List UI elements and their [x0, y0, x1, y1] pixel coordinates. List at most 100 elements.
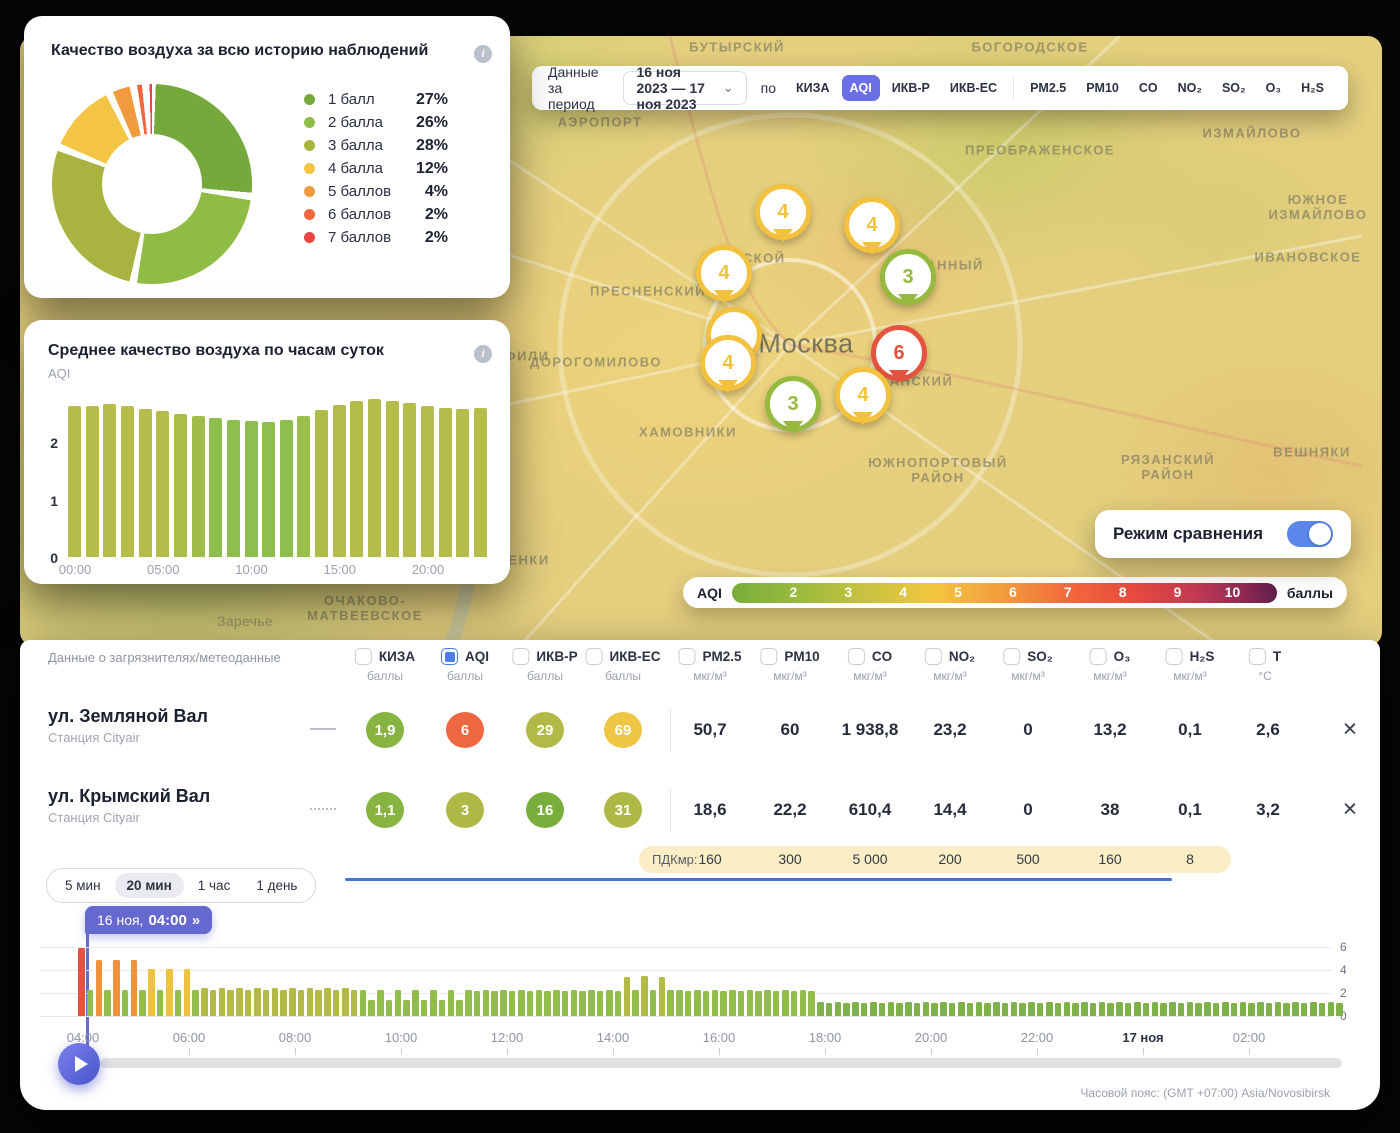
pollutant-option-икв-ес[interactable]: ИКВ-ЕС	[942, 75, 1005, 101]
pollutant-option-икв-р[interactable]: ИКВ-Р	[884, 75, 938, 101]
remove-station-button[interactable]: ✕	[1342, 719, 1358, 742]
checkbox-pm10[interactable]	[760, 648, 777, 665]
interval-option[interactable]: 1 час	[186, 873, 243, 898]
pollutant-option-h₂s[interactable]: H₂S	[1293, 75, 1332, 101]
map-marker[interactable]: 3	[880, 249, 936, 305]
timeline-bar	[1152, 1002, 1159, 1016]
pollutant-option-киза[interactable]: КИЗА	[788, 75, 837, 101]
timeline-bar	[993, 1002, 1000, 1016]
timeline-bar	[879, 1003, 886, 1016]
timeline-xtick-mark	[1143, 1048, 1144, 1055]
checkbox-h₂s[interactable]	[1166, 648, 1183, 665]
timeline-bar	[421, 1000, 428, 1016]
column-unit: мкг/м³	[1166, 669, 1215, 683]
checkbox-so₂[interactable]	[1003, 648, 1020, 665]
checkbox-икв-ес[interactable]	[586, 648, 603, 665]
timeline-bar	[1011, 1002, 1018, 1016]
map-marker[interactable]: 4	[844, 197, 900, 253]
score-badge: 29	[526, 712, 564, 748]
timeline-bar	[192, 990, 199, 1016]
checkbox-co[interactable]	[848, 648, 865, 665]
district-label: ПРЕОБРАЖЕНСКОЕ	[965, 143, 1115, 158]
timeline-bar	[1072, 1003, 1079, 1016]
timeline-bar	[755, 991, 762, 1016]
forward-icon: »	[192, 912, 200, 929]
column-label: PM10	[784, 649, 819, 664]
district-label: БОГОРОДСКОЕ	[971, 40, 1088, 55]
aqi-scale-legend: AQI 2345678910 баллы	[683, 577, 1347, 608]
remove-station-button[interactable]: ✕	[1342, 799, 1358, 822]
legend-item: 6 баллов2%	[304, 203, 448, 226]
legend-label: 6 баллов	[328, 206, 406, 223]
district-label: АЭРОПОРТ	[558, 115, 643, 130]
interval-option[interactable]: 1 день	[244, 873, 309, 898]
map-marker[interactable]: 4	[755, 184, 811, 240]
timeline-ytick-label: 4	[1340, 963, 1366, 977]
table-scroll-indicator[interactable]	[345, 878, 1172, 881]
timeline-bar	[139, 990, 146, 1016]
pollutant-option-so₂[interactable]: SO₂	[1214, 75, 1254, 101]
timeline-scrollbar[interactable]	[100, 1058, 1342, 1068]
timeline-bar	[1064, 1002, 1071, 1016]
interval-option[interactable]: 20 мин	[115, 873, 184, 898]
legend-item: 7 баллов2%	[304, 226, 448, 249]
play-button[interactable]	[58, 1043, 100, 1085]
score-badge: 69	[604, 712, 642, 748]
legend-dot	[304, 163, 315, 174]
city-name-label: Москва	[758, 329, 853, 360]
timeline-bar	[272, 988, 279, 1016]
timeline-xtick-label: 18:00	[809, 1030, 842, 1045]
checkbox-pm2.5[interactable]	[678, 648, 695, 665]
checkbox-o₃[interactable]	[1090, 648, 1107, 665]
pollutant-option-aqi[interactable]: AQI	[842, 75, 880, 101]
chevron-down-icon: ⌄	[723, 80, 734, 96]
timeline-bar	[729, 990, 736, 1016]
pollutant-option-pm2.5[interactable]: PM2.5	[1022, 75, 1074, 101]
legend-item: 5 баллов4%	[304, 180, 448, 203]
timeline-bar	[923, 1002, 930, 1016]
checkbox-киза[interactable]	[355, 648, 372, 665]
line-style-sample	[310, 808, 336, 810]
district-label: ВЕШНЯКИ	[1273, 445, 1351, 460]
timeline-bar	[615, 991, 622, 1016]
interval-option[interactable]: 5 мин	[53, 873, 113, 898]
pollutant-option-no₂[interactable]: NO₂	[1170, 75, 1210, 101]
compare-mode-toggle[interactable]	[1287, 521, 1333, 547]
checkbox-икв-р[interactable]	[512, 648, 529, 665]
timeline-bar	[588, 990, 595, 1016]
hourly-bar	[280, 420, 293, 557]
pollutant-value: 60	[781, 720, 800, 740]
pollutant-value: 38	[1101, 800, 1120, 820]
map-marker[interactable]: 4	[700, 335, 756, 391]
timeline-bar	[78, 948, 85, 1016]
pollutant-value: 2,6	[1256, 720, 1280, 740]
info-icon[interactable]: i	[474, 45, 492, 63]
time-cursor-tooltip[interactable]: 16 ноя, 04:00 »	[85, 906, 212, 934]
date-range-select[interactable]: 16 ноя 2023 — 17 ноя 2023 ⌄	[623, 71, 746, 105]
timeline-bar	[852, 1002, 859, 1016]
pollutant-option-pm10[interactable]: PM10	[1078, 75, 1127, 101]
timeline-bar	[712, 990, 719, 1016]
checkbox-aqi[interactable]	[441, 648, 458, 665]
legend-value: 2%	[406, 229, 448, 247]
pdk-value: 160	[1098, 851, 1121, 867]
map-marker[interactable]: 3	[765, 376, 821, 432]
map-marker[interactable]: 4	[835, 367, 891, 423]
marker-tail	[889, 370, 909, 383]
interval-switcher: 5 мин20 мин1 час1 день	[46, 868, 316, 903]
checkbox-t[interactable]	[1249, 648, 1266, 665]
pollutant-option-o₃[interactable]: O₃	[1258, 75, 1290, 101]
hourly-bar	[68, 406, 81, 557]
pollutant-option-co[interactable]: CO	[1131, 75, 1166, 101]
history-legend: 1 балл27%2 балла26%3 балла28%4 балла12%5…	[304, 88, 448, 249]
legend-item: 3 балла28%	[304, 134, 448, 157]
map-marker[interactable]: 4	[696, 245, 752, 301]
timeline-bar	[914, 1003, 921, 1016]
legend-dot	[304, 209, 315, 220]
hourly-bar-chart	[68, 320, 498, 557]
hourly-bar	[315, 410, 328, 557]
checkbox-no₂[interactable]	[925, 648, 942, 665]
timeline-bar	[448, 990, 455, 1016]
pollutant-options: КИЗАAQIИКВ-РИКВ-ЕС PM2.5PM10CONO₂SO₂O₃H₂S	[788, 75, 1332, 101]
column-unit: мкг/м³	[1003, 669, 1053, 683]
